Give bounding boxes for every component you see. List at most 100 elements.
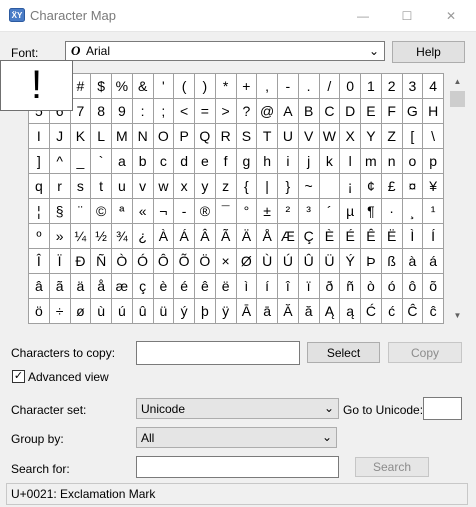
character-cell[interactable]: ç [132, 274, 154, 299]
copy-button[interactable]: Copy [388, 342, 462, 363]
minimize-button[interactable]: — [340, 0, 386, 31]
character-cell[interactable]: ¢ [361, 174, 382, 199]
character-cell[interactable]: C [319, 99, 341, 124]
character-cell[interactable]: H [423, 99, 444, 124]
character-cell[interactable]: # [70, 74, 92, 99]
character-cell[interactable]: 9 [112, 99, 133, 124]
character-cell[interactable]: ` [91, 149, 112, 174]
character-cell[interactable]: > [215, 99, 237, 124]
character-cell[interactable]: W [319, 124, 341, 149]
character-cell[interactable]: ò [361, 274, 382, 299]
character-cell[interactable]: + [236, 74, 258, 99]
character-cell[interactable]: Ê [361, 224, 382, 249]
character-cell[interactable]: õ [423, 274, 444, 299]
character-cell[interactable]: Æ [278, 224, 299, 249]
character-cell[interactable]: ¾ [112, 224, 133, 249]
character-cell[interactable]: J [49, 124, 71, 149]
character-cell[interactable]: p [423, 149, 444, 174]
character-cell[interactable]: × [215, 249, 237, 274]
character-cell[interactable]: u [112, 174, 133, 199]
character-cell[interactable]: â [29, 274, 50, 299]
characters-to-copy-input[interactable] [136, 341, 300, 365]
character-cell[interactable]: - [278, 74, 299, 99]
character-cell[interactable]: À [153, 224, 175, 249]
character-cell[interactable]: < [174, 99, 195, 124]
character-cell[interactable]: 8 [91, 99, 112, 124]
character-cell[interactable]: í [257, 274, 278, 299]
character-cell[interactable]: ´ [319, 199, 341, 224]
character-cell[interactable]: [ [402, 124, 424, 149]
character-cell[interactable]: Þ [361, 249, 382, 274]
character-cell[interactable]: B [298, 99, 320, 124]
character-cell[interactable]: { [236, 174, 258, 199]
character-cell[interactable]: t [91, 174, 112, 199]
character-cell[interactable]: î [278, 274, 299, 299]
character-cell[interactable]: © [91, 199, 112, 224]
font-dropdown[interactable]: O Arial ⌄ [65, 41, 385, 61]
character-cell[interactable]: ° [236, 199, 258, 224]
character-cell[interactable]: F [381, 99, 403, 124]
character-cell[interactable]: Q [195, 124, 216, 149]
character-cell[interactable]: @ [257, 99, 278, 124]
scrollbar-thumb[interactable] [450, 91, 465, 107]
search-input[interactable] [136, 456, 339, 478]
character-cell[interactable]: Ý [340, 249, 361, 274]
character-cell[interactable]: m [361, 149, 382, 174]
character-cell[interactable]: S [236, 124, 258, 149]
scroll-up-icon[interactable]: ▲ [449, 73, 466, 90]
character-cell[interactable]: o [402, 149, 424, 174]
character-cell[interactable]: - [174, 199, 195, 224]
character-cell[interactable]: ^ [49, 149, 71, 174]
search-button[interactable]: Search [355, 457, 429, 477]
character-cell[interactable]: ¡ [340, 174, 361, 199]
character-cell[interactable]: ² [278, 199, 299, 224]
character-cell[interactable]: Â [195, 224, 216, 249]
character-cell[interactable]: ý [174, 299, 195, 324]
character-cell[interactable]: _ [70, 149, 92, 174]
character-cell[interactable]: Y [361, 124, 382, 149]
character-cell[interactable]: V [298, 124, 320, 149]
character-cell[interactable]: Ú [278, 249, 299, 274]
character-cell[interactable]: O [153, 124, 175, 149]
character-cell[interactable]: j [298, 149, 320, 174]
character-cell[interactable]: Ö [195, 249, 216, 274]
character-cell[interactable]: X [340, 124, 361, 149]
character-cell[interactable]: ù [91, 299, 112, 324]
character-cell[interactable]: ¼ [70, 224, 92, 249]
character-cell[interactable]: ÿ [215, 299, 237, 324]
character-cell[interactable]: I [29, 124, 50, 149]
character-cell[interactable]: ï [298, 274, 320, 299]
character-cell[interactable]: i [278, 149, 299, 174]
character-cell[interactable]: ¥ [423, 174, 444, 199]
character-cell[interactable]: å [91, 274, 112, 299]
character-cell[interactable]: Ā [236, 299, 258, 324]
character-cell[interactable]: , [257, 74, 278, 99]
character-cell[interactable]: Ć [361, 299, 382, 324]
character-cell[interactable]: L [91, 124, 112, 149]
character-cell[interactable]: } [278, 174, 299, 199]
character-cell[interactable]: q [29, 174, 50, 199]
character-cell[interactable]: s [70, 174, 92, 199]
character-cell[interactable]: R [215, 124, 237, 149]
character-cell[interactable]: M [112, 124, 133, 149]
character-cell[interactable]: D [340, 99, 361, 124]
character-cell[interactable]: ; [153, 99, 175, 124]
character-cell[interactable]: $ [91, 74, 112, 99]
character-cell[interactable]: ¹ [423, 199, 444, 224]
maximize-button[interactable]: ☐ [384, 0, 430, 31]
character-cell[interactable]: ü [153, 299, 175, 324]
character-cell[interactable]: k [319, 149, 341, 174]
character-cell[interactable]: § [49, 199, 71, 224]
character-cell[interactable]: x [174, 174, 195, 199]
character-cell[interactable]: ÷ [49, 299, 71, 324]
close-button[interactable]: ✕ [428, 0, 474, 31]
character-cell[interactable]: Ã [215, 224, 237, 249]
select-button[interactable]: Select [307, 342, 380, 363]
character-cell[interactable]: ú [112, 299, 133, 324]
character-cell[interactable]: P [174, 124, 195, 149]
character-cell[interactable]: Ü [319, 249, 341, 274]
character-cell[interactable]: ð [319, 274, 341, 299]
character-cell[interactable]: Û [298, 249, 320, 274]
character-cell[interactable]: ñ [340, 274, 361, 299]
character-cell[interactable]: . [298, 74, 320, 99]
